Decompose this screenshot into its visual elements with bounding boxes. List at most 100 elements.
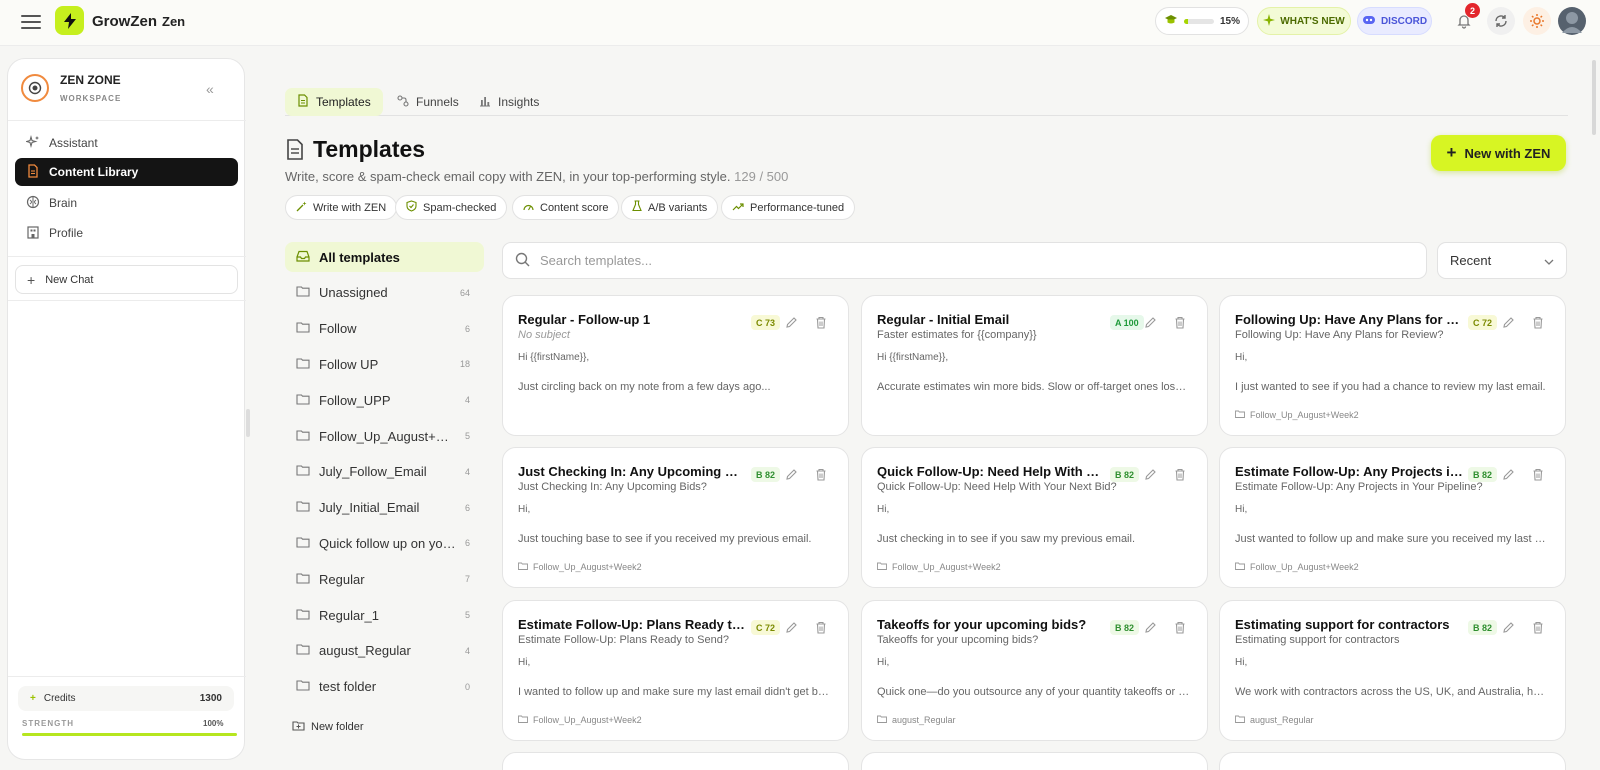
score-badge: A 100 bbox=[1110, 315, 1144, 330]
sidebar-item-brain[interactable]: Brain bbox=[15, 189, 238, 217]
folder-icon bbox=[296, 643, 310, 658]
whats-new-button[interactable]: WHAT'S NEW bbox=[1257, 7, 1351, 35]
sidebar-item-label: Brain bbox=[49, 196, 78, 210]
folder-tag-label: Follow_Up_August+Week2 bbox=[892, 562, 1001, 572]
template-card[interactable]: Estimate Follow-Up: Plans Ready to Send?… bbox=[502, 600, 849, 741]
trash-icon[interactable] bbox=[815, 468, 827, 484]
sidebar-item-assistant[interactable]: Assistant bbox=[15, 129, 238, 157]
search-bar[interactable]: Search templates... bbox=[502, 242, 1427, 279]
folder-item[interactable]: July_Follow_Email 4 bbox=[285, 457, 484, 487]
edit-icon[interactable] bbox=[1144, 621, 1157, 637]
template-card[interactable]: Regular - Initial Email Faster estimates … bbox=[861, 295, 1208, 436]
sort-value: Recent bbox=[1450, 253, 1492, 268]
progress-pill[interactable]: 15% bbox=[1155, 7, 1249, 35]
template-subject: No subject bbox=[518, 329, 570, 341]
template-card[interactable]: Quick Follow-Up: Need Help With Your Nex… bbox=[861, 447, 1208, 588]
trash-icon[interactable] bbox=[1174, 468, 1186, 484]
folder-tag-label: august_Regular bbox=[1250, 715, 1314, 725]
edit-icon[interactable] bbox=[1144, 316, 1157, 332]
tab-insights[interactable]: Insights bbox=[467, 88, 551, 116]
discord-button[interactable]: DISCORD bbox=[1357, 7, 1432, 35]
template-card[interactable]: Just Checking In: Any Upcoming Bids? Just… bbox=[502, 447, 849, 588]
new-chat-button[interactable]: + New Chat bbox=[15, 265, 238, 294]
template-card[interactable]: Following Up: Have Any Plans for Review?… bbox=[1219, 295, 1566, 436]
tab-templates[interactable]: Templates bbox=[285, 88, 383, 116]
template-card[interactable]: Estimating support for contractors Estima… bbox=[1219, 600, 1566, 741]
trash-icon[interactable] bbox=[815, 621, 827, 637]
sort-select[interactable]: Recent bbox=[1437, 242, 1567, 279]
template-title: Estimating support for contractors bbox=[1235, 617, 1450, 632]
folder-icon bbox=[296, 285, 310, 300]
folder-icon bbox=[296, 500, 310, 515]
folder-count: 5 bbox=[464, 431, 470, 441]
feature-label: Content score bbox=[540, 201, 609, 214]
workspace-logo-icon[interactable] bbox=[21, 74, 49, 102]
notification-badge: 2 bbox=[1465, 3, 1480, 18]
template-title: Takeoffs for your upcoming bids? bbox=[877, 617, 1087, 632]
template-folder-tag: august_Regular bbox=[1235, 715, 1314, 725]
folder-item[interactable]: test folder 0 bbox=[285, 672, 484, 702]
score-badge: B 82 bbox=[1110, 620, 1140, 635]
edit-icon[interactable] bbox=[1502, 468, 1515, 484]
sun-icon[interactable] bbox=[1523, 7, 1551, 35]
folder-item[interactable]: Follow UP 18 bbox=[285, 349, 484, 379]
trash-icon[interactable] bbox=[1532, 468, 1544, 484]
page-scrollbar[interactable] bbox=[1592, 60, 1596, 135]
folder-count: 18 bbox=[459, 359, 470, 370]
bar-chart-icon bbox=[479, 95, 491, 110]
sidebar-item-content-library[interactable]: Content Library bbox=[15, 158, 238, 186]
folder-item[interactable]: Follow_UPP 4 bbox=[285, 385, 484, 415]
edit-icon[interactable] bbox=[785, 621, 798, 637]
edit-icon[interactable] bbox=[1144, 468, 1157, 484]
folder-name: Follow bbox=[319, 321, 357, 337]
folder-name: test folder bbox=[319, 679, 377, 695]
template-card[interactable]: Regular - Follow-up 1 No subject Hi {{firs… bbox=[502, 295, 849, 436]
tab-funnels[interactable]: Funnels bbox=[385, 88, 471, 116]
template-title: Quick Follow-Up: Need Help With Your Nex… bbox=[877, 464, 1105, 479]
folder-item[interactable]: Follow_Up_August+Week2 5 bbox=[285, 421, 484, 451]
folder-count: 6 bbox=[464, 323, 470, 334]
edit-icon[interactable] bbox=[785, 316, 798, 332]
template-card[interactable]: Takeoffs for your upcoming bids? Takeoffs… bbox=[861, 600, 1208, 741]
search-input[interactable]: Search templates... bbox=[540, 253, 652, 268]
folder-name: Follow_UPP bbox=[319, 392, 391, 408]
building-icon bbox=[26, 225, 40, 242]
template-folder-tag: august_Regular bbox=[877, 715, 956, 725]
avatar[interactable] bbox=[1558, 7, 1586, 35]
trash-icon[interactable] bbox=[1174, 621, 1186, 637]
edit-icon[interactable] bbox=[1502, 316, 1515, 332]
folder-count: 7 bbox=[464, 574, 470, 585]
folder-item[interactable]: Regular_1 5 bbox=[285, 600, 484, 630]
template-subject: Just Checking In: Any Upcoming Bids? bbox=[518, 481, 707, 493]
bolt-logo-icon[interactable] bbox=[55, 6, 84, 35]
folder-item[interactable]: Unassigned 64 bbox=[285, 278, 484, 308]
new-with-zen-button[interactable]: + New with ZEN bbox=[1431, 135, 1566, 171]
progress-label: 15% bbox=[1219, 15, 1240, 27]
flask-icon bbox=[632, 200, 642, 215]
new-folder-button[interactable]: New folder bbox=[292, 720, 364, 734]
edit-icon[interactable] bbox=[785, 468, 798, 484]
folder-item[interactable]: august_Regular 4 bbox=[285, 636, 484, 666]
trash-icon[interactable] bbox=[1532, 621, 1544, 637]
refresh-icon[interactable] bbox=[1487, 7, 1515, 35]
folder-name: Quick follow up on your bids bbox=[319, 535, 459, 551]
folder-name: Follow UP bbox=[319, 356, 379, 372]
sidebar-item-profile[interactable]: Profile bbox=[15, 219, 238, 247]
collapse-icon[interactable]: « bbox=[206, 81, 214, 97]
folder-item[interactable]: Regular 7 bbox=[285, 564, 484, 594]
funnel-icon bbox=[397, 94, 409, 110]
trash-icon[interactable] bbox=[815, 316, 827, 332]
folder-item[interactable]: Quick follow up on your bids 6 bbox=[285, 528, 484, 558]
menu-icon[interactable] bbox=[21, 12, 41, 32]
discord-label: DISCORD bbox=[1380, 15, 1428, 27]
search-icon bbox=[515, 252, 530, 270]
sidebar-resize-handle[interactable] bbox=[246, 409, 250, 437]
folder-item-all[interactable]: All templates bbox=[285, 242, 484, 272]
trash-icon[interactable] bbox=[1174, 316, 1186, 332]
edit-icon[interactable] bbox=[1502, 621, 1515, 637]
trash-icon[interactable] bbox=[1532, 316, 1544, 332]
folder-item[interactable]: July_Initial_Email 6 bbox=[285, 493, 484, 523]
folder-name: august_Regular bbox=[319, 643, 411, 659]
template-card[interactable]: Estimate Follow-Up: Any Projects in Your… bbox=[1219, 447, 1566, 588]
folder-item[interactable]: Follow 6 bbox=[285, 314, 484, 344]
